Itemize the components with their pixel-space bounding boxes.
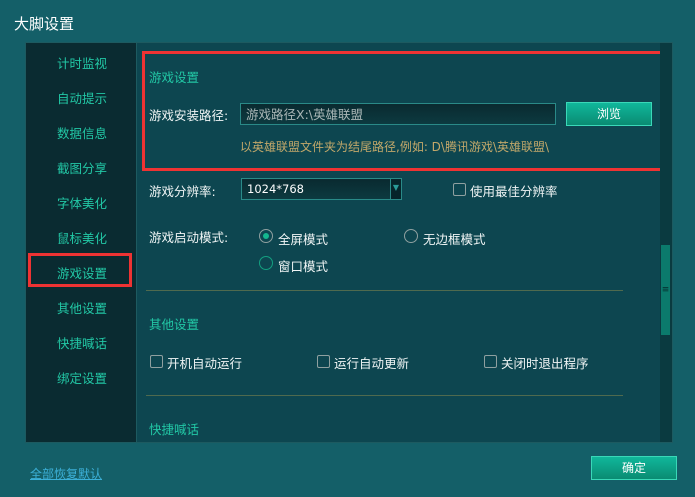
sidebar-item-screenshot[interactable]: 截图分享 <box>26 158 138 177</box>
path-input[interactable]: 游戏路径X:\英雄联盟 <box>240 103 556 125</box>
chevron-down-icon[interactable]: ▼ <box>390 179 401 199</box>
sidebar-item-font[interactable]: 字体美化 <box>26 193 138 212</box>
sidebar-item-other[interactable]: 其他设置 <box>26 298 138 317</box>
divider <box>146 395 623 396</box>
borderless-label: 无边框模式 <box>423 232 486 247</box>
scrollbar-track[interactable]: ≡ <box>660 43 672 442</box>
sidebar-item-auto-tips[interactable]: 自动提示 <box>26 88 138 107</box>
autostart-checkbox[interactable] <box>150 355 163 368</box>
sidebar-item-binding[interactable]: 绑定设置 <box>26 368 138 387</box>
divider <box>146 290 623 291</box>
path-label: 游戏安装路径: <box>149 108 229 123</box>
reset-defaults-link[interactable]: 全部恢复默认 <box>30 465 102 482</box>
autostart-label: 开机自动运行 <box>167 356 243 371</box>
sidebar-item-game[interactable]: 游戏设置 <box>26 263 138 282</box>
fullscreen-label: 全屏模式 <box>278 232 329 247</box>
quick-section-title: 快捷喊话 <box>149 422 200 437</box>
other-section-title: 其他设置 <box>149 317 200 332</box>
best-resolution-label: 使用最佳分辨率 <box>470 184 558 199</box>
autoupdate-checkbox[interactable] <box>317 355 330 368</box>
exit-on-close-label: 关闭时退出程序 <box>501 356 589 371</box>
resolution-value: 1024*768 <box>247 182 304 196</box>
windowed-radio[interactable] <box>259 256 273 270</box>
browse-button[interactable]: 浏览 <box>566 102 652 126</box>
resolution-label: 游戏分辨率: <box>149 184 216 199</box>
game-section-title: 游戏设置 <box>149 70 200 85</box>
autoupdate-label: 运行自动更新 <box>334 356 410 371</box>
settings-panel: 游戏设置 游戏安装路径: 游戏路径X:\英雄联盟 浏览 以英雄联盟文件夹为结尾路… <box>137 42 673 443</box>
scrollbar-thumb[interactable]: ≡ <box>661 245 670 335</box>
borderless-radio[interactable] <box>404 229 418 243</box>
launch-mode-label: 游戏启动模式: <box>149 230 229 245</box>
sidebar-item-quick-chat[interactable]: 快捷喊话 <box>26 333 138 352</box>
windowed-label: 窗口模式 <box>278 259 329 274</box>
sidebar: 计时监视 自动提示 数据信息 截图分享 字体美化 鼠标美化 游戏设置 其他设置 … <box>25 42 137 443</box>
sidebar-item-timer[interactable]: 计时监视 <box>26 53 138 72</box>
sidebar-item-data[interactable]: 数据信息 <box>26 123 138 142</box>
ok-button[interactable]: 确定 <box>591 456 677 480</box>
sidebar-item-mouse[interactable]: 鼠标美化 <box>26 228 138 247</box>
window-title: 大脚设置 <box>14 15 75 33</box>
path-hint: 以英雄联盟文件夹为结尾路径,例如: D\腾讯游戏\英雄联盟\ <box>240 140 550 154</box>
resolution-select[interactable]: 1024*768 ▼ <box>241 178 402 200</box>
exit-on-close-checkbox[interactable] <box>484 355 497 368</box>
best-resolution-checkbox[interactable] <box>453 183 466 196</box>
fullscreen-radio[interactable] <box>259 229 273 243</box>
